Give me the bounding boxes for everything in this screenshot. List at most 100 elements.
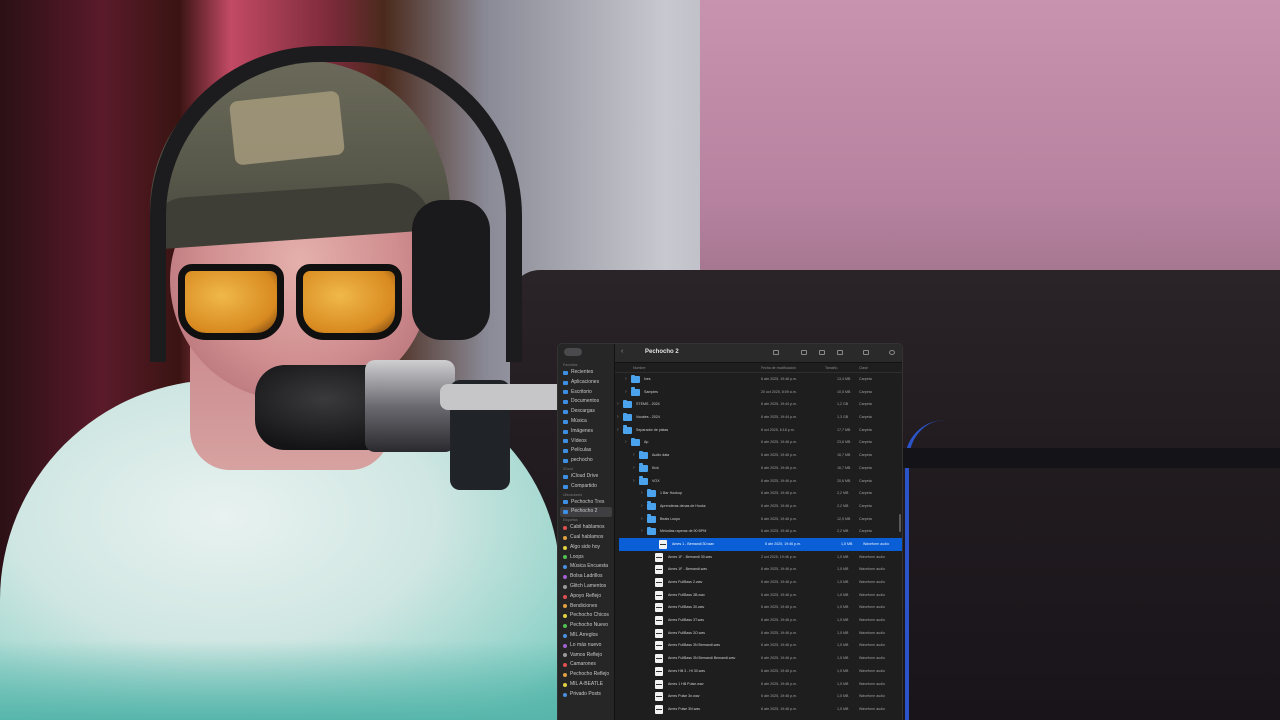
file-row[interactable]: › Vocales - 2024 6 abr 2025, 19:44 p.m. 1,3…	[615, 411, 902, 424]
file-row[interactable]: Ames FullBass 3B.wav 6 abr 2025, 19:46 p.…	[615, 589, 902, 602]
disclosure-chevron-icon[interactable]: ›	[625, 376, 627, 382]
file-row[interactable]: Ames 1 - Bemandi 30.wav 6 abr 2025, 19:46…	[619, 537, 902, 551]
disclosure-chevron-icon[interactable]: ›	[633, 465, 635, 471]
file-row[interactable]: Ames FullBass 3N Bemandi Bemandi.wav 6 ab…	[615, 652, 902, 665]
file-row[interactable]: › STEMS - 2024 6 abr 2025, 19:44 p.m. 1,2 G…	[615, 398, 902, 411]
sidebar-item-tag[interactable]: Bolsa Ladrillos	[558, 572, 614, 582]
sidebar-item-favorite[interactable]: Descargas	[558, 407, 614, 417]
sidebar-item-favorite[interactable]: Aplicaciones	[558, 378, 614, 388]
column-date[interactable]: Fecha de modificación	[761, 366, 796, 370]
file-row[interactable]: Ames FullBass 3T.wav 6 abr 2025, 19:46 p.…	[615, 614, 902, 627]
sidebar-item-tag[interactable]: Privado Posts	[558, 690, 614, 700]
file-row[interactable]: Ames FullBass 30.wav 6 abr 2025, 19:46 p.…	[615, 601, 902, 614]
file-row[interactable]: › Audio data 6 abr 2025, 19:46 p.m. 16,7 MB…	[615, 449, 902, 462]
view-options-icon[interactable]	[773, 350, 779, 355]
sidebar-folder-icon	[563, 419, 568, 424]
sidebar-item-tag[interactable]: Bendiciones	[558, 602, 614, 612]
action-icon[interactable]	[837, 350, 843, 355]
sidebar-item-favorite[interactable]: Escritorio	[558, 388, 614, 398]
tag-dot-icon	[563, 594, 567, 599]
file-row[interactable]: Ames Pulse 3n.wav 6 abr 2025, 19:46 p.m. 1…	[615, 690, 902, 703]
search-icon[interactable]	[889, 350, 895, 355]
disclosure-chevron-icon[interactable]: ›	[641, 528, 643, 534]
file-kind: Waveform audio	[863, 541, 890, 546]
file-row[interactable]: Ames 1 Hill Pulse.wav 6 abr 2025, 19:46 p…	[615, 678, 902, 691]
sidebar-item-tag[interactable]: MIL A-BEATLE	[558, 680, 614, 690]
file-row[interactable]: Ames 1F - Bemandi 30.wav 2 oct 2025, 19:4…	[615, 551, 902, 564]
sidebar-item-tag[interactable]: Cabil hablamos	[558, 523, 614, 533]
sidebar-item-label: Bendiciones	[570, 602, 598, 609]
file-row[interactable]: › Separador de pistas 6 oct 2025, 6:18 p.m…	[615, 424, 902, 437]
file-size: 23,6 MB	[837, 440, 851, 445]
disclosure-chevron-icon[interactable]: ›	[633, 478, 635, 484]
disclosure-chevron-icon[interactable]: ›	[625, 389, 627, 395]
sidebar-item-tag[interactable]: Lo más nuevo	[558, 641, 614, 651]
file-row[interactable]: Ames 1F - Bemandi.wav 6 abr 2025, 19:46 p…	[615, 563, 902, 576]
sidebar-item-favorite[interactable]: Recientes	[558, 368, 614, 378]
file-date: 6 abr 2025, 19:46 p.m.	[761, 440, 798, 445]
file-row[interactable]: Ames Hill 3 - Hi 30.wav 6 abr 2025, 19:46…	[615, 665, 902, 678]
sidebar-item-favorite[interactable]: Documentos	[558, 397, 614, 407]
group-icon[interactable]	[863, 350, 869, 355]
disclosure-chevron-icon[interactable]: ›	[641, 490, 643, 496]
sidebar-item-tag[interactable]: Pechocho Nuevo	[558, 621, 614, 631]
file-row[interactable]: › Ap 6 abr 2025, 19:46 p.m. 23,6 MB Carpeta	[615, 436, 902, 449]
file-row[interactable]: › VOX 6 abr 2025, 19:46 p.m. 20,6 MB Carpeta	[615, 475, 902, 488]
disclosure-chevron-icon[interactable]: ›	[641, 503, 643, 509]
disclosure-chevron-icon[interactable]: ›	[633, 452, 635, 458]
sidebar-item-tag[interactable]: Música Encuesta	[558, 562, 614, 572]
share-icon[interactable]	[801, 350, 807, 355]
file-row[interactable]: Ames FullBass 2.wav 6 abr 2025, 19:46 p.m…	[615, 576, 902, 589]
sidebar-item-tag[interactable]: MIL Arreglos	[558, 631, 614, 641]
scrollbar[interactable]	[899, 514, 901, 532]
disclosure-chevron-icon[interactable]: ›	[625, 439, 627, 445]
sidebar-item-favorite[interactable]: pechocho	[558, 456, 614, 466]
file-name: Ames 1F - Bemandi.wav	[668, 567, 708, 572]
sidebar-item-favorite[interactable]: Imágenes	[558, 427, 614, 437]
sidebar-item-favorite[interactable]: Películas	[558, 446, 614, 456]
sidebar-item-icloud[interactable]: iCloud Drive	[558, 472, 614, 482]
sidebar-item-tag[interactable]: Loops	[558, 553, 614, 563]
sidebar-item-label: Música	[571, 417, 587, 424]
sidebar-item-tag[interactable]: Camarones	[558, 660, 614, 670]
sidebar-item-tag[interactable]: Algo sido hoy	[558, 543, 614, 553]
column-kind[interactable]: Clase	[859, 366, 868, 370]
column-name[interactable]: Nombre	[633, 366, 645, 370]
sidebar-item-tag[interactable]: Cual hablamos	[558, 533, 614, 543]
file-row[interactable]: › Aprenderas denas de Hooks 6 abr 2025, 19…	[615, 500, 902, 513]
file-kind: Carpeta	[859, 453, 872, 458]
window-controls[interactable]	[564, 348, 582, 356]
file-row[interactable]: Ames Pulse 3N.wav 6 abr 2025, 19:46 p.m. 1…	[615, 703, 902, 716]
back-chevron-icon[interactable]: ‹	[621, 348, 623, 355]
sidebar-item-favorite[interactable]: Vídeos	[558, 437, 614, 447]
sidebar-item-tag[interactable]: Pechocho Reflejo	[558, 670, 614, 680]
sidebar-item-tag[interactable]: Vamos Reflejo	[558, 651, 614, 661]
disclosure-chevron-icon[interactable]: ›	[641, 516, 643, 522]
file-row[interactable]: › Beats Loops 6 abr 2025, 19:46 p.m. 12,5 M…	[615, 513, 902, 526]
sidebar-item-favorite[interactable]: Música	[558, 417, 614, 427]
file-row[interactable]: › Kick 6 abr 2025, 19:46 p.m. 16,7 MB Carpet…	[615, 462, 902, 475]
column-size[interactable]: Tamaño	[825, 366, 837, 370]
finder-window[interactable]: Favoritos Recientes Aplicaciones Escritori…	[558, 344, 902, 720]
sidebar-item-label: Pechocho Chicos	[570, 612, 609, 619]
disclosure-chevron-icon[interactable]: ›	[617, 427, 619, 433]
sidebar-item-tag[interactable]: Glitch Lamentos	[558, 582, 614, 592]
sidebar-item-location[interactable]: Pechocho 2	[560, 507, 612, 518]
disclosure-chevron-icon[interactable]: ›	[617, 401, 619, 407]
disclosure-chevron-icon[interactable]: ›	[617, 414, 619, 420]
file-row[interactable]: Ames FullBass 3N Bemandi.wav 6 abr 2025, …	[615, 639, 902, 652]
sidebar-item-icloud[interactable]: Compartido	[558, 482, 614, 492]
file-row[interactable]: › 1 Bar Hookup 6 abr 2025, 19:46 p.m. 2,2 M…	[615, 487, 902, 500]
file-date: 6 abr 2025, 19:46 p.m.	[761, 516, 798, 521]
file-name: Separador de pistas	[636, 427, 669, 432]
tag-icon[interactable]	[819, 350, 825, 355]
tag-dot-icon	[563, 643, 567, 648]
file-row[interactable]: Ames FullBass 3O.wav 6 abr 2025, 19:46 p.…	[615, 627, 902, 640]
sidebar-item-location[interactable]: Pechocho Tres	[558, 498, 614, 508]
file-row[interactable]: › Melodias raperas de 90 BPM 6 abr 2025, 1…	[615, 525, 902, 538]
sidebar-item-tag[interactable]: Pechocho Chicos	[558, 611, 614, 621]
sidebar-item-tag[interactable]: Apoyo Reflejo	[558, 592, 614, 602]
sidebar-item-label: Pechocho 2	[571, 508, 598, 515]
file-row[interactable]: › Samples 20 oct 2025, 8:09 a.m. 10,5 MB Car…	[615, 386, 902, 399]
file-row[interactable]: › Ixes 6 abr 2025, 19:46 p.m. 13,4 MB Carpet…	[615, 373, 902, 386]
